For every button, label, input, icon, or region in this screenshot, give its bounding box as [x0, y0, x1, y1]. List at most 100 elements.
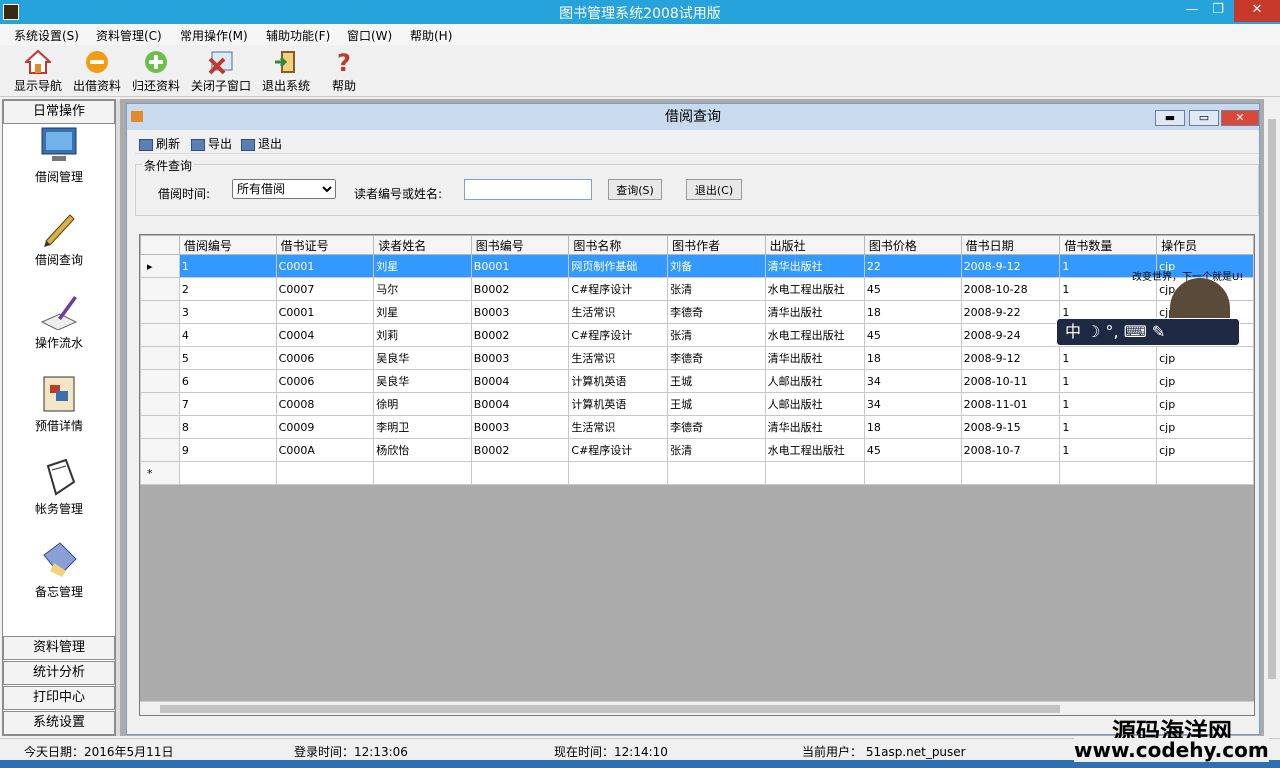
help-button[interactable]: ? 帮助 [326, 49, 362, 95]
table-cell[interactable]: 9 [178, 438, 277, 462]
scroll-thumb[interactable] [1268, 119, 1276, 679]
table-cell[interactable] [178, 461, 277, 485]
table-row[interactable]: 9 C000A 杨欣怡 B0002 C#程序设计 张清 水电工程出版社 45 2008-10-7… [140, 438, 1254, 462]
row-header[interactable] [140, 415, 180, 439]
table-cell[interactable]: C0006 [275, 369, 375, 393]
scroll-thumb[interactable] [160, 705, 1060, 713]
table-cell[interactable]: 2008-9-12 [960, 254, 1061, 278]
table-cell[interactable]: 张清 [667, 277, 766, 301]
table-cell[interactable]: 李德奇 [667, 300, 766, 324]
table-cell[interactable]: 杨欣怡 [373, 438, 472, 462]
column-header[interactable]: 借书数量 [1059, 235, 1158, 255]
table-cell[interactable]: C#程序设计 [568, 438, 669, 462]
exit-system-button[interactable]: 退出系统 [260, 49, 312, 95]
table-cell[interactable]: 2008-10-7 [960, 438, 1061, 462]
show-nav-button[interactable]: 显示导航 [12, 49, 64, 95]
table-cell[interactable]: C0007 [275, 277, 375, 301]
table-cell[interactable]: 1 [178, 254, 277, 278]
table-cell[interactable]: 2008-9-24 [960, 323, 1061, 347]
lend-button[interactable]: 出借资料 [72, 49, 122, 95]
row-header[interactable] [140, 369, 180, 393]
query-button[interactable]: 查询(S) [608, 179, 662, 200]
table-cell[interactable]: 2008-9-12 [960, 346, 1061, 370]
table-cell[interactable]: 刘莉 [373, 323, 472, 347]
table-cell[interactable]: B0003 [470, 415, 570, 439]
table-cell[interactable]: B0002 [470, 277, 570, 301]
nav-item-reserve-detail[interactable]: 预借详情 [3, 375, 115, 434]
table-cell[interactable]: 清华出版社 [764, 415, 865, 439]
table-cell[interactable]: 吴良华 [373, 369, 472, 393]
table-cell[interactable]: 1 [1059, 415, 1158, 439]
table-cell[interactable] [568, 461, 669, 485]
menu-window[interactable]: 窗口(W) [347, 27, 392, 44]
row-header[interactable] [140, 346, 180, 370]
cancel-button[interactable]: 退出(C) [686, 179, 742, 200]
table-cell[interactable]: 18 [863, 346, 962, 370]
table-cell[interactable]: 1 [1059, 392, 1158, 416]
restore-button[interactable]: ❐ [1204, 0, 1232, 22]
table-cell[interactable]: 7 [178, 392, 277, 416]
table-cell[interactable]: 45 [863, 323, 962, 347]
new-row[interactable]: * [140, 461, 1254, 485]
table-cell[interactable]: C0004 [275, 323, 375, 347]
table-cell[interactable]: 马尔 [373, 277, 472, 301]
nav-item-accounts[interactable]: 帐务管理 [3, 458, 115, 517]
close-child-button[interactable]: 关闭子窗口 [190, 49, 252, 95]
nav-header-stats[interactable]: 统计分析 [3, 661, 115, 685]
table-cell[interactable] [863, 461, 962, 485]
table-cell[interactable]: 22 [863, 254, 962, 278]
table-cell[interactable]: 生活常识 [568, 346, 669, 370]
nav-item-memo[interactable]: 备忘管理 [3, 541, 115, 600]
table-cell[interactable]: 4 [178, 323, 277, 347]
table-row[interactable]: 2 C0007 马尔 B0002 C#程序设计 张清 水电工程出版社 45 2008-10-28… [140, 277, 1254, 301]
table-cell[interactable]: cjp [1156, 392, 1254, 416]
table-cell[interactable]: 刘星 [373, 254, 472, 278]
column-header[interactable]: 借书证号 [275, 235, 375, 255]
table-cell[interactable] [667, 461, 766, 485]
table-cell[interactable]: 李德奇 [667, 415, 766, 439]
table-cell[interactable] [1156, 461, 1254, 485]
refresh-button[interactable]: 刷新 [139, 135, 180, 152]
table-cell[interactable]: 3 [178, 300, 277, 324]
ime-toolbar[interactable]: 中 ☽ °, ⌨ ✎ [1056, 318, 1240, 346]
exit-button[interactable]: 退出 [241, 135, 282, 152]
menu-common[interactable]: 常用操作(M) [180, 27, 248, 44]
table-cell[interactable]: B0004 [470, 369, 570, 393]
table-cell[interactable]: 刘星 [373, 300, 472, 324]
table-cell[interactable]: 清华出版社 [764, 346, 865, 370]
table-cell[interactable]: cjp [1156, 369, 1254, 393]
return-button[interactable]: 归还资料 [131, 49, 181, 95]
menu-help[interactable]: 帮助(H) [410, 27, 452, 44]
reader-input[interactable] [464, 179, 592, 200]
table-cell[interactable]: B0001 [470, 254, 570, 278]
table-row[interactable]: 5 C0006 吴良华 B0003 生活常识 李德奇 清华出版社 18 2008-9-12 1 cj… [140, 346, 1254, 370]
table-row[interactable]: ▸ 1 C0001 刘星 B0001 网页制作基础 刘备 清华出版社 22 2008-9-12 1 c… [140, 254, 1254, 278]
table-cell[interactable]: 李明卫 [373, 415, 472, 439]
table-cell[interactable]: 2008-10-28 [960, 277, 1061, 301]
table-cell[interactable]: 王城 [667, 369, 766, 393]
table-cell[interactable]: 18 [863, 415, 962, 439]
table-cell[interactable]: 生活常识 [568, 300, 669, 324]
vertical-scrollbar[interactable] [1264, 99, 1280, 736]
nav-item-borrow-manage[interactable]: 借阅管理 [3, 126, 115, 185]
child-minimize-button[interactable]: ▬ [1155, 110, 1185, 126]
column-header[interactable]: 图书作者 [667, 235, 766, 255]
table-cell[interactable]: 45 [863, 438, 962, 462]
table-cell[interactable]: 18 [863, 300, 962, 324]
table-cell[interactable]: 8 [178, 415, 277, 439]
table-cell[interactable]: C000A [275, 438, 375, 462]
child-restore-button[interactable]: ▭ [1189, 110, 1219, 126]
close-button[interactable]: ✕ [1234, 0, 1280, 22]
table-cell[interactable]: cjp [1156, 438, 1254, 462]
table-cell[interactable]: 李德奇 [667, 346, 766, 370]
column-header[interactable]: 图书价格 [863, 235, 962, 255]
row-header[interactable] [140, 392, 180, 416]
table-cell[interactable]: 2008-9-22 [960, 300, 1061, 324]
column-header[interactable]: 操作员 [1156, 235, 1254, 255]
table-cell[interactable]: 水电工程出版社 [764, 323, 865, 347]
table-cell[interactable]: 计算机英语 [568, 392, 669, 416]
column-header[interactable]: 图书名称 [568, 235, 669, 255]
table-cell[interactable]: 张清 [667, 323, 766, 347]
table-cell[interactable]: 5 [178, 346, 277, 370]
table-cell[interactable]: 34 [863, 392, 962, 416]
